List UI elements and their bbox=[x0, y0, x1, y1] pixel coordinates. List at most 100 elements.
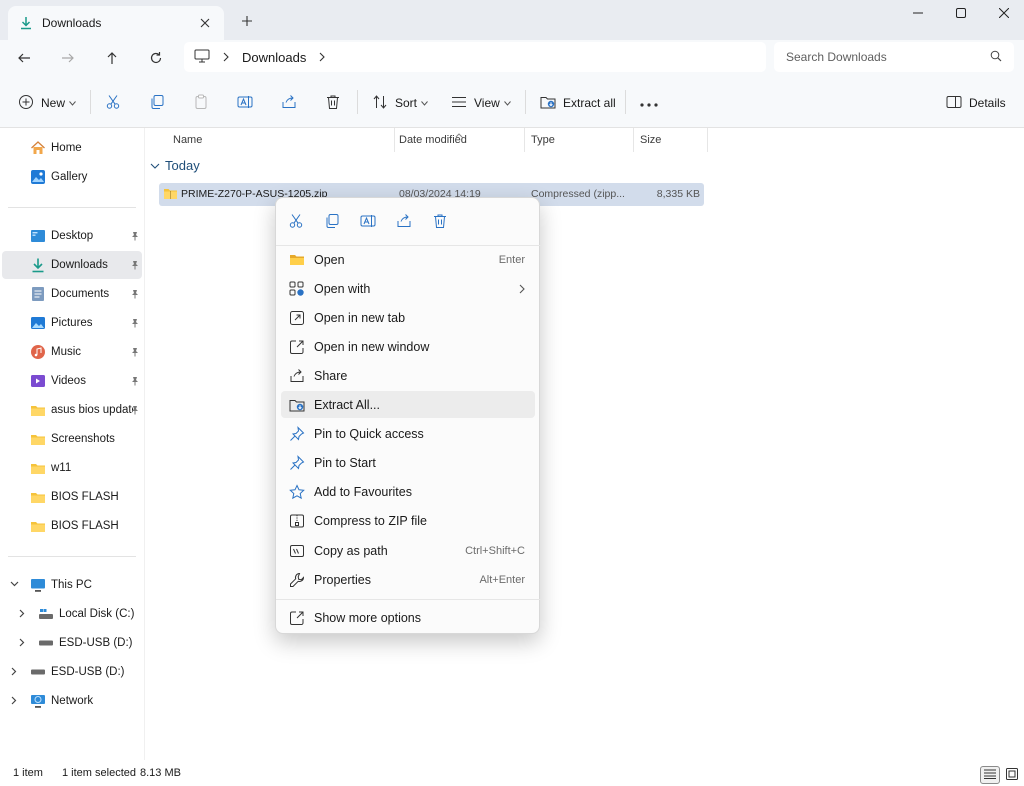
menu-item-pin-to-quick-access[interactable]: Pin to Quick access bbox=[281, 420, 535, 447]
maximize-button[interactable] bbox=[941, 0, 981, 26]
context-share-button[interactable] bbox=[392, 210, 416, 234]
copy-button[interactable] bbox=[149, 88, 165, 118]
tab-downloads[interactable]: Downloads bbox=[8, 6, 224, 40]
sidebar-item-esd-usb-nested[interactable]: ESD-USB (D:) bbox=[2, 629, 142, 657]
sidebar-item-w11[interactable]: w11 bbox=[2, 454, 142, 482]
menu-item-show-more-options[interactable]: Show more options bbox=[281, 604, 535, 631]
column-divider[interactable] bbox=[524, 128, 525, 152]
details-button[interactable]: Details bbox=[946, 88, 1006, 118]
sidebar-item-this-pc[interactable]: This PC bbox=[2, 571, 142, 599]
column-divider[interactable] bbox=[394, 128, 395, 152]
sidebar-item-local-disk[interactable]: Local Disk (C:) bbox=[2, 600, 142, 628]
rename-icon bbox=[237, 94, 253, 113]
cut-button[interactable] bbox=[105, 88, 121, 118]
forward-button[interactable] bbox=[54, 44, 82, 72]
menu-item-properties[interactable]: Properties Alt+Enter bbox=[281, 566, 535, 593]
column-header-size[interactable]: Size bbox=[640, 128, 661, 152]
column-header-type[interactable]: Type bbox=[531, 128, 555, 152]
sidebar-item-label: BIOS FLASH bbox=[51, 491, 119, 503]
menu-item-label: Open with bbox=[314, 281, 371, 296]
sidebar-item-label: Videos bbox=[51, 375, 86, 387]
new-button[interactable]: New bbox=[18, 88, 76, 118]
column-divider[interactable] bbox=[633, 128, 634, 152]
column-divider[interactable] bbox=[707, 128, 708, 152]
details-view-button[interactable] bbox=[980, 766, 1000, 784]
open-with-icon bbox=[289, 281, 305, 297]
sidebar-item-screenshots[interactable]: Screenshots bbox=[2, 425, 142, 453]
search-icon[interactable] bbox=[990, 50, 1002, 65]
delete-button[interactable] bbox=[325, 88, 341, 118]
chevron-right-icon[interactable] bbox=[11, 696, 17, 705]
chevron-right-icon[interactable] bbox=[318, 52, 326, 62]
group-header-today[interactable]: Today bbox=[150, 158, 200, 173]
desktop-icon bbox=[30, 228, 46, 244]
column-header-name[interactable]: Name bbox=[173, 128, 202, 152]
menu-item-open-with[interactable]: Open with bbox=[281, 275, 535, 302]
up-button[interactable] bbox=[98, 44, 126, 72]
sidebar-item-documents[interactable]: Documents bbox=[2, 280, 142, 308]
cut-icon bbox=[288, 213, 304, 232]
share-icon bbox=[289, 368, 305, 384]
sidebar-item-label: Screenshots bbox=[51, 433, 115, 445]
sort-button[interactable]: Sort bbox=[372, 88, 428, 118]
pin-icon bbox=[130, 230, 140, 244]
menu-item-open-in-new-tab[interactable]: Open in new tab bbox=[281, 304, 535, 331]
new-tab-button[interactable] bbox=[236, 10, 258, 32]
menu-item-share[interactable]: Share bbox=[281, 362, 535, 389]
breadcrumb[interactable]: Downloads bbox=[184, 42, 766, 72]
chevron-right-icon[interactable] bbox=[19, 609, 25, 618]
chevron-right-icon[interactable] bbox=[222, 52, 230, 62]
computer-icon bbox=[30, 577, 46, 593]
context-copy-button[interactable] bbox=[320, 210, 344, 234]
search-input[interactable] bbox=[786, 50, 976, 64]
sidebar-item-home[interactable]: Home bbox=[2, 134, 142, 162]
tiles-view-button[interactable] bbox=[1002, 766, 1022, 784]
context-rename-button[interactable] bbox=[356, 210, 380, 234]
sidebar-item-music[interactable]: Music bbox=[2, 338, 142, 366]
sidebar-item-esd-usb[interactable]: ESD-USB (D:) bbox=[2, 658, 142, 686]
search-box[interactable] bbox=[774, 42, 1014, 72]
sidebar-item-bios-flash[interactable]: BIOS FLASH bbox=[2, 483, 142, 511]
extract-all-button[interactable]: Extract all bbox=[540, 88, 616, 118]
sidebar-item-network[interactable]: Network bbox=[2, 687, 142, 715]
view-button[interactable]: View bbox=[451, 88, 511, 118]
sidebar-item-videos[interactable]: Videos bbox=[2, 367, 142, 395]
close-tab-icon[interactable] bbox=[196, 14, 214, 32]
minimize-button[interactable] bbox=[898, 0, 938, 26]
chevron-down-icon[interactable] bbox=[10, 581, 19, 587]
network-icon bbox=[30, 693, 46, 709]
menu-item-add-to-favourites[interactable]: Add to Favourites bbox=[281, 478, 535, 505]
sidebar-item-label: Gallery bbox=[51, 171, 88, 183]
tiles-view-icon bbox=[1006, 767, 1018, 783]
view-label: View bbox=[474, 96, 500, 110]
videos-icon bbox=[30, 373, 46, 389]
sidebar-item-bios-flash-2[interactable]: BIOS FLASH bbox=[2, 512, 142, 540]
rename-button[interactable] bbox=[237, 88, 253, 118]
menu-item-open[interactable]: Open Enter bbox=[281, 246, 535, 273]
context-delete-button[interactable] bbox=[428, 210, 452, 234]
sidebar-item-asus-bios-update[interactable]: asus bios update bbox=[2, 396, 142, 424]
menu-item-copy-as-path[interactable]: Copy as path Ctrl+Shift+C bbox=[281, 537, 535, 564]
monitor-icon[interactable] bbox=[194, 49, 210, 66]
chevron-right-icon[interactable] bbox=[19, 638, 25, 647]
sidebar-item-pictures[interactable]: Pictures bbox=[2, 309, 142, 337]
details-pane-icon bbox=[946, 95, 962, 112]
chevron-right-icon[interactable] bbox=[11, 667, 17, 676]
menu-item-compress-to-zip[interactable]: Compress to ZIP file bbox=[281, 507, 535, 534]
paste-button[interactable] bbox=[193, 88, 209, 118]
context-cut-button[interactable] bbox=[284, 210, 308, 234]
sidebar-item-gallery[interactable]: Gallery bbox=[2, 163, 142, 191]
back-button[interactable] bbox=[10, 44, 38, 72]
close-window-button[interactable] bbox=[984, 0, 1024, 26]
menu-item-open-in-new-window[interactable]: Open in new window bbox=[281, 333, 535, 360]
sidebar-item-downloads[interactable]: Downloads bbox=[2, 251, 142, 279]
see-more-button[interactable] bbox=[640, 88, 658, 118]
menu-item-label: Open in new window bbox=[314, 339, 430, 354]
pin-icon bbox=[130, 375, 140, 389]
share-button[interactable] bbox=[281, 88, 297, 118]
breadcrumb-downloads[interactable]: Downloads bbox=[242, 50, 306, 65]
refresh-button[interactable] bbox=[142, 44, 170, 72]
sidebar-item-desktop[interactable]: Desktop bbox=[2, 222, 142, 250]
menu-item-extract-all[interactable]: Extract All... bbox=[281, 391, 535, 418]
menu-item-pin-to-start[interactable]: Pin to Start bbox=[281, 449, 535, 476]
